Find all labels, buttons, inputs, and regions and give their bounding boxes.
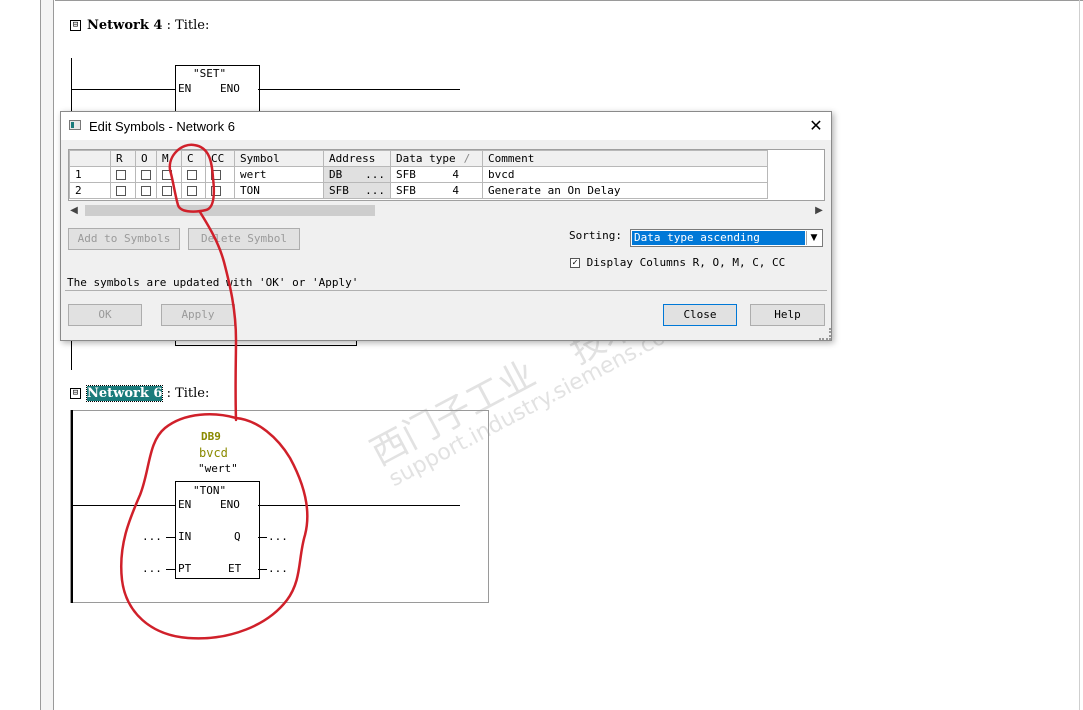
annotation-circle-ton	[120, 413, 309, 640]
annotation-mark-m-column	[168, 143, 216, 213]
annotation-overlay	[120, 143, 309, 640]
annotation-connector	[198, 210, 238, 422]
